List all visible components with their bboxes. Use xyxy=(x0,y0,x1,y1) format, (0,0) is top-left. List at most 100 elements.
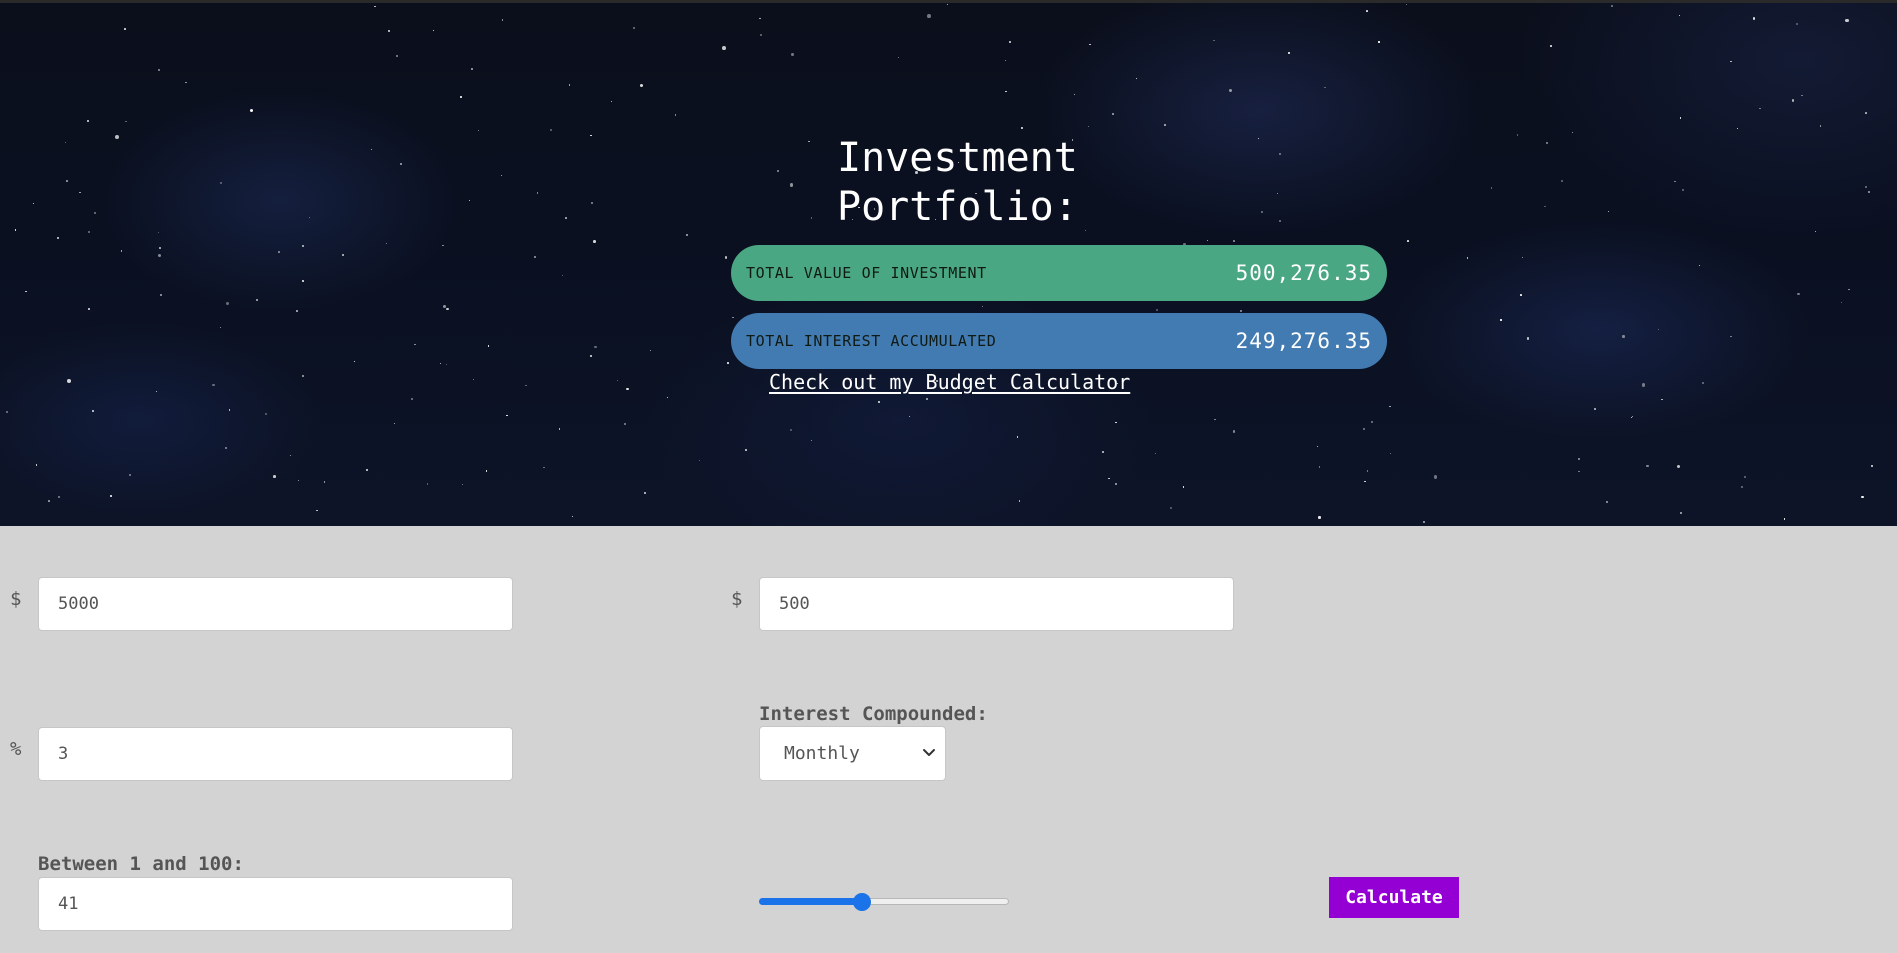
star xyxy=(158,247,161,249)
star xyxy=(1089,43,1091,45)
contribution-input[interactable] xyxy=(759,577,1234,631)
star xyxy=(908,416,911,418)
star xyxy=(1378,41,1380,43)
star xyxy=(1261,210,1264,213)
star xyxy=(35,464,38,466)
rate-percent-prefix: % xyxy=(10,738,22,760)
years-slider[interactable] xyxy=(759,893,1009,911)
star xyxy=(549,129,552,132)
star xyxy=(184,81,187,84)
star xyxy=(433,29,435,31)
star xyxy=(297,480,300,482)
total-value-amount: 500,276.35 xyxy=(1235,261,1372,285)
star xyxy=(125,120,127,122)
star xyxy=(1279,220,1281,222)
star xyxy=(810,439,812,441)
star xyxy=(1527,337,1530,340)
star xyxy=(56,237,59,240)
star xyxy=(289,454,291,456)
star xyxy=(296,309,299,312)
star xyxy=(1550,44,1553,47)
star xyxy=(1135,78,1137,80)
star xyxy=(1423,521,1426,524)
star xyxy=(1848,288,1850,290)
star xyxy=(1572,131,1574,133)
years-input[interactable] xyxy=(38,877,513,931)
star xyxy=(468,199,470,201)
slider-thumb[interactable] xyxy=(852,893,871,911)
star xyxy=(1240,309,1243,312)
star xyxy=(87,119,90,122)
star xyxy=(500,174,503,176)
star xyxy=(1797,292,1800,295)
star xyxy=(353,360,356,362)
star xyxy=(1318,516,1321,519)
star xyxy=(667,397,669,399)
star xyxy=(686,233,689,236)
star xyxy=(442,245,444,247)
star xyxy=(1631,415,1633,417)
star xyxy=(121,250,123,252)
star xyxy=(1232,430,1236,433)
star xyxy=(561,274,564,277)
star xyxy=(25,290,28,293)
star xyxy=(395,55,398,58)
star xyxy=(982,305,984,308)
star xyxy=(525,384,527,387)
star xyxy=(1114,482,1117,485)
star xyxy=(1845,18,1849,23)
star xyxy=(616,379,619,382)
interest-rate-input[interactable] xyxy=(38,727,513,781)
star xyxy=(877,400,880,403)
star xyxy=(386,243,388,245)
star xyxy=(1366,470,1369,473)
top-border xyxy=(0,0,1897,3)
star xyxy=(1433,475,1437,479)
star xyxy=(589,134,592,137)
hero-banner: Investment Portfolio: TOTAL VALUE OF INV… xyxy=(0,0,1897,526)
star xyxy=(388,30,390,32)
star xyxy=(1861,495,1864,499)
star xyxy=(568,84,571,86)
star xyxy=(791,52,794,56)
star xyxy=(593,240,596,244)
star xyxy=(732,316,734,318)
star xyxy=(301,279,304,282)
star xyxy=(1864,186,1867,188)
star xyxy=(543,466,545,469)
star xyxy=(1214,418,1216,421)
star xyxy=(256,298,259,301)
star xyxy=(1206,239,1209,242)
star xyxy=(400,163,402,166)
star xyxy=(414,343,416,346)
compound-select[interactable]: Monthly xyxy=(759,726,946,781)
star xyxy=(366,469,368,471)
star xyxy=(473,379,475,381)
star xyxy=(1577,457,1580,460)
budget-calculator-link[interactable]: Check out my Budget Calculator xyxy=(769,370,1130,394)
star xyxy=(1819,125,1822,127)
star xyxy=(1674,180,1676,183)
star xyxy=(1753,17,1756,20)
star xyxy=(5,410,8,413)
star xyxy=(485,470,488,472)
star xyxy=(1730,335,1732,338)
star xyxy=(1561,180,1564,182)
calculate-button[interactable]: Calculate xyxy=(1329,877,1459,918)
star xyxy=(1702,381,1705,384)
star xyxy=(1276,193,1279,195)
star xyxy=(220,181,223,184)
star xyxy=(626,388,629,391)
total-interest-card: TOTAL INTEREST ACCUMULATED 249,276.35 xyxy=(731,313,1387,369)
star xyxy=(947,4,949,6)
star xyxy=(225,301,229,305)
star xyxy=(536,192,539,195)
star xyxy=(506,414,508,416)
star xyxy=(1466,257,1469,260)
initial-amount-input[interactable] xyxy=(38,577,513,631)
star xyxy=(67,378,72,383)
star xyxy=(1500,319,1502,321)
star xyxy=(759,17,761,20)
star xyxy=(32,203,34,205)
star xyxy=(698,460,701,462)
